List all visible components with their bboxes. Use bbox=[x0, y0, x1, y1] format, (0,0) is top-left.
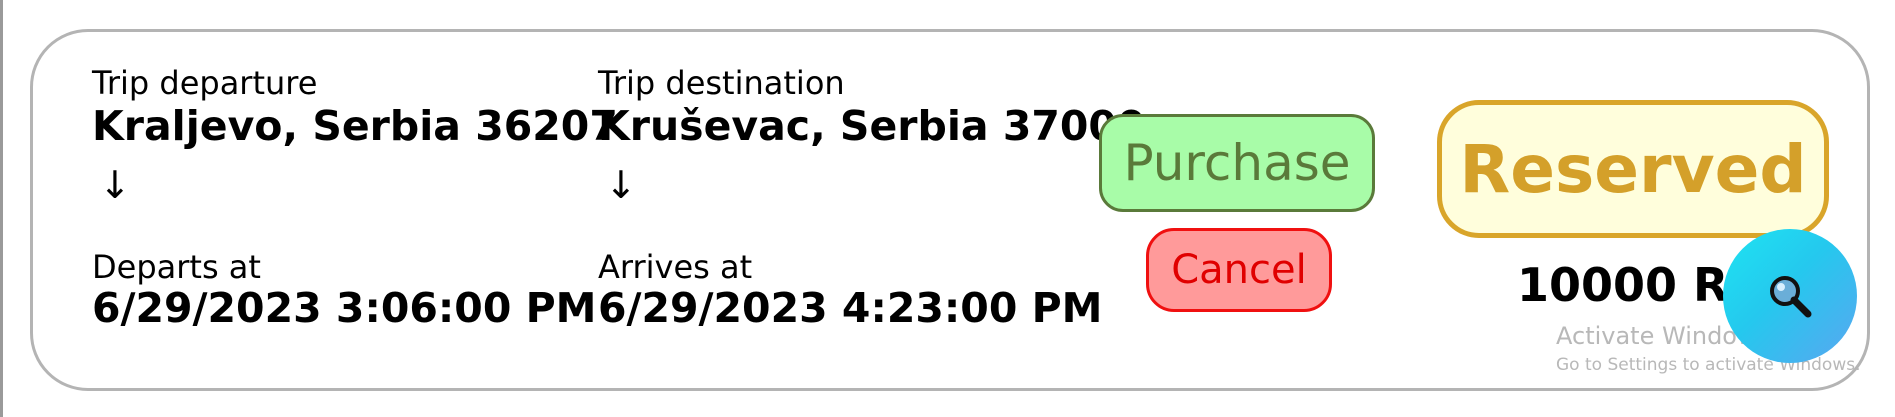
search-floating-button[interactable] bbox=[1723, 229, 1857, 363]
departure-arrow: ↓ bbox=[99, 163, 131, 207]
departure-label: Trip departure bbox=[92, 64, 318, 102]
arrives-at-value: 6/29/2023 4:23:00 PM bbox=[598, 284, 1103, 332]
departs-at-label: Departs at bbox=[92, 248, 261, 286]
search-icon bbox=[1770, 276, 1812, 318]
purchase-button[interactable]: Purchase bbox=[1099, 114, 1375, 212]
departs-at-value: 6/29/2023 3:06:00 PM bbox=[92, 284, 597, 332]
destination-value: Kruševac, Serbia 37000 bbox=[598, 102, 1146, 150]
arrives-at-label: Arrives at bbox=[598, 248, 753, 286]
reserved-status-badge: Reserved bbox=[1437, 100, 1829, 238]
cancel-button[interactable]: Cancel bbox=[1146, 228, 1332, 312]
departure-value: Kraljevo, Serbia 36207 bbox=[92, 102, 618, 150]
destination-label: Trip destination bbox=[598, 64, 845, 102]
destination-arrow: ↓ bbox=[605, 163, 637, 207]
left-edge-divider bbox=[0, 0, 3, 417]
